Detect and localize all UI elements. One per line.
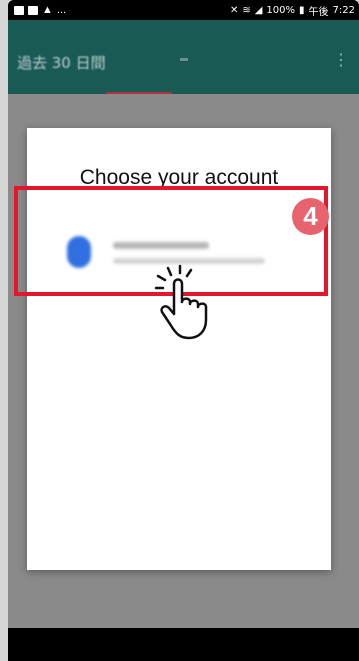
more-notifications-icon: ... [56,4,67,16]
time-period: 午後 [308,6,329,18]
signal-icon: ◢ [254,4,263,16]
more-options-icon[interactable]: ⋮ [333,50,349,70]
mute-icon: ✕ [229,4,239,16]
dropdown-indicator-icon[interactable] [180,58,188,61]
system-status: ✕ ≋ ◢ 100% ▮ 午後 7:22 [230,3,359,18]
navigation-bar [8,628,359,661]
app-bar: 過去 30 日間 ⋮ [8,20,359,95]
battery-icon: ▮ [299,4,305,16]
step-badge: 4 [292,198,329,235]
warning-icon: ▲ [42,4,53,16]
app-bar-title[interactable]: 過去 30 日間 [17,52,106,73]
clock: 7:22 [332,4,355,16]
battery-level: 100% [266,4,296,16]
notification-icons: ▲ ... [8,4,66,16]
wifi-icon: ≋ [242,4,251,16]
shield-icon [28,5,38,15]
status-bar: ▲ ... ✕ ≋ ◢ 100% ▮ 午後 7:22 [8,0,359,20]
tap-hand-icon [154,264,208,340]
gallery-icon [14,5,24,15]
